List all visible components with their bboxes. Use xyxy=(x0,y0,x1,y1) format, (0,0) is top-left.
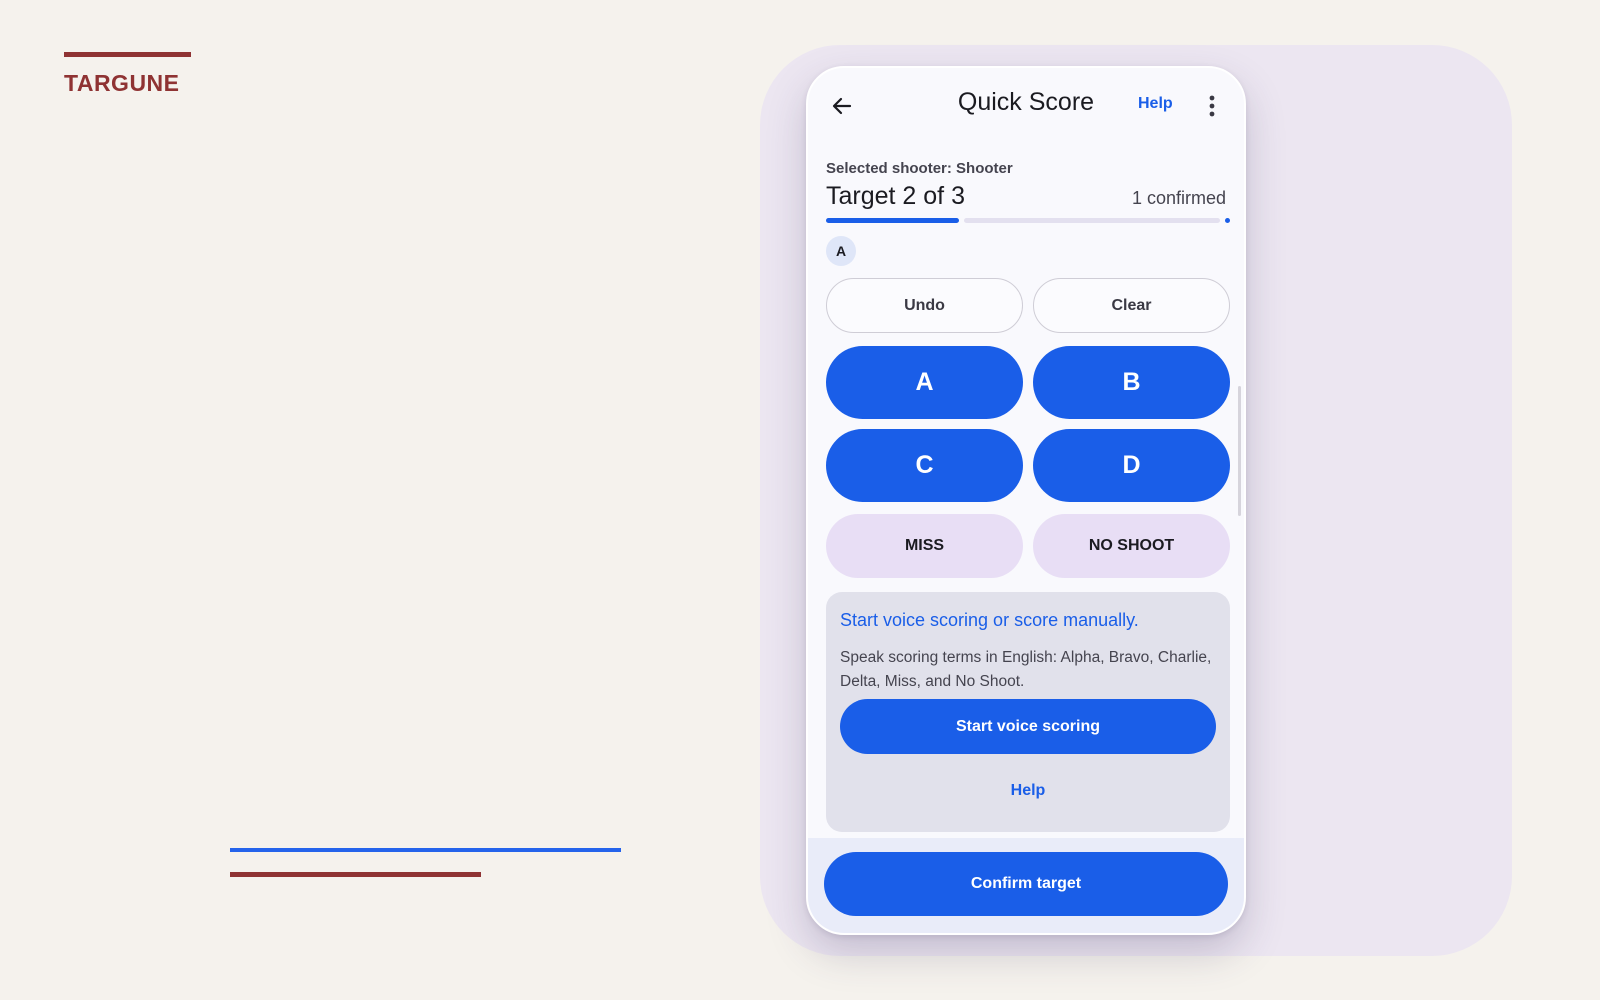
selected-shooter-label: Selected shooter: Shooter xyxy=(826,160,1013,177)
start-voice-scoring-button[interactable]: Start voice scoring xyxy=(840,699,1216,754)
page-title: Quick Score xyxy=(957,88,1095,116)
score-b-button[interactable]: B xyxy=(1033,346,1230,419)
voice-help-link[interactable]: Help xyxy=(826,782,1230,800)
scroll-indicator[interactable] xyxy=(1238,386,1241,516)
decorative-line-blue xyxy=(230,848,621,852)
help-link[interactable]: Help xyxy=(1138,95,1173,113)
decorative-line-red xyxy=(230,872,481,877)
voice-card-title: Start voice scoring or score manually. xyxy=(840,610,1139,630)
voice-card-description: Speak scoring terms in English: Alpha, B… xyxy=(840,649,1212,690)
confirmed-count: 1 confirmed xyxy=(1131,188,1226,208)
target-progress-bar xyxy=(826,218,1230,223)
phone-screen: Quick Score Help Selected shooter: Shoot… xyxy=(806,66,1246,935)
more-vertical-icon xyxy=(1209,95,1215,117)
progress-fill xyxy=(826,218,959,223)
app-bar: Quick Score Help xyxy=(808,68,1244,140)
no-shoot-button[interactable]: NO SHOOT xyxy=(1033,514,1230,578)
score-d-button[interactable]: D xyxy=(1033,429,1230,502)
undo-button[interactable]: Undo xyxy=(826,278,1023,333)
confirm-target-button[interactable]: Confirm target xyxy=(824,852,1228,916)
brand-name: TARGUNE xyxy=(64,70,180,96)
score-c-button[interactable]: C xyxy=(826,429,1023,502)
bottom-action-bar: Confirm target xyxy=(808,838,1244,933)
score-a-button[interactable]: A xyxy=(826,346,1023,419)
recorded-hit-chip: A xyxy=(826,236,856,266)
miss-button[interactable]: MISS xyxy=(826,514,1023,578)
target-progress-title: Target 2 of 3 xyxy=(826,182,965,210)
progress-end-dot xyxy=(1225,218,1230,223)
more-options-button[interactable] xyxy=(1200,90,1224,122)
clear-button[interactable]: Clear xyxy=(1033,278,1230,333)
progress-remaining xyxy=(964,218,1220,223)
brand-accent-line xyxy=(64,52,191,57)
voice-scoring-card: Start voice scoring or score manually. S… xyxy=(826,592,1230,832)
